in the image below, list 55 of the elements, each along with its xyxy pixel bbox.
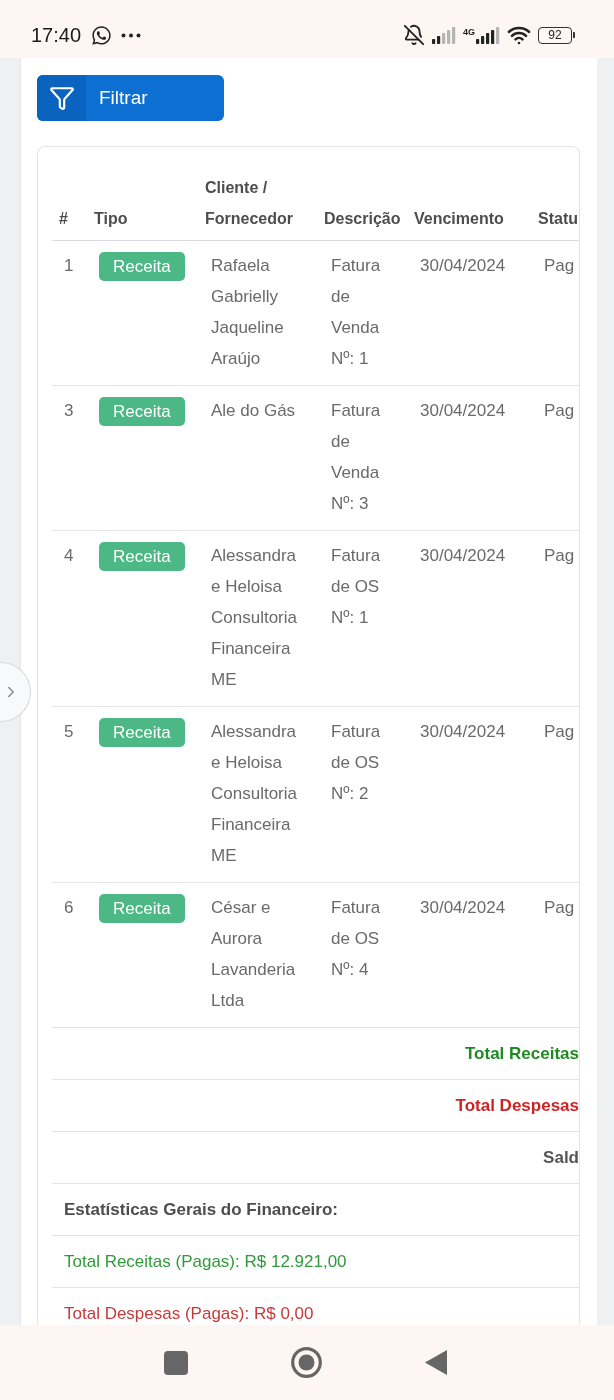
type-badge: Receita xyxy=(99,894,185,923)
recent-apps-icon[interactable] xyxy=(163,1350,188,1375)
statistics-title: Estatísticas Gerais do Financeiro: xyxy=(64,1200,338,1219)
filter-button[interactable]: Filtrar xyxy=(37,75,224,121)
invoice-description: Fatura de Venda Nº: 1 xyxy=(331,256,381,368)
client-name: Alessandra e Heloisa Consultoria Financeira ME xyxy=(211,546,297,689)
client-name: Alessandra e Heloisa Consultoria Financeira ME xyxy=(211,722,297,865)
battery-level: 92 xyxy=(538,26,572,44)
payment-status: Pag xyxy=(544,898,575,917)
invoice-description: Fatura de OS Nº: 2 xyxy=(331,722,381,803)
total-label: Total Despesas xyxy=(455,1096,579,1115)
type-badge: Receita xyxy=(99,718,185,747)
due-date: 30/04/2024 xyxy=(420,256,506,275)
phone-bubble-icon xyxy=(91,24,113,46)
column-header: Statu xyxy=(538,210,578,227)
bell-off-icon xyxy=(403,24,425,46)
row-number: 4 xyxy=(64,546,74,565)
column-header: Cliente / Fornecedor xyxy=(205,179,293,227)
column-header: Tipo xyxy=(94,210,128,227)
type-badge: Receita xyxy=(99,542,185,571)
due-date: 30/04/2024 xyxy=(420,546,506,565)
invoice-description: Fatura de OS Nº: 4 xyxy=(331,898,381,979)
total-label: Total Receitas xyxy=(465,1044,579,1063)
statistic-line: Total Receitas (Pagas): R$ 12.921,00 xyxy=(64,1252,347,1271)
home-icon[interactable] xyxy=(290,1347,322,1378)
filter-icon xyxy=(37,75,86,121)
column-header: Descrição xyxy=(324,210,401,227)
due-date: 30/04/2024 xyxy=(420,722,506,741)
clock-time: 17:40 xyxy=(31,23,82,47)
type-badge: Receita xyxy=(99,252,185,281)
client-name: César e Aurora Lavanderia Ltda xyxy=(211,898,296,1010)
invoice-description: Fatura de Venda Nº: 3 xyxy=(331,401,381,513)
due-date: 30/04/2024 xyxy=(420,898,506,917)
signal-icon xyxy=(476,26,500,44)
type-badge: Receita xyxy=(99,397,185,426)
back-icon[interactable] xyxy=(424,1350,447,1375)
more-icon xyxy=(121,32,142,38)
invoice-description: Fatura de OS Nº: 1 xyxy=(331,546,381,627)
row-number: 3 xyxy=(64,401,74,420)
payment-status: Pag xyxy=(544,546,575,565)
due-date: 30/04/2024 xyxy=(420,401,506,420)
column-header: Vencimento xyxy=(414,210,504,227)
statistic-line: Total Despesas (Pagas): R$ 0,00 xyxy=(64,1304,314,1323)
total-label: Sald xyxy=(543,1148,579,1167)
signal-icon xyxy=(432,26,456,44)
column-header: # xyxy=(59,210,68,227)
payment-status: Pag xyxy=(544,722,575,741)
client-name: Rafaela Gabrielly Jaqueline Araújo xyxy=(211,256,284,368)
payment-status: Pag xyxy=(544,256,575,275)
row-number: 6 xyxy=(64,898,74,917)
network-type: 4G xyxy=(463,26,475,37)
row-number: 5 xyxy=(64,722,74,741)
payment-status: Pag xyxy=(544,401,575,420)
client-name: Ale do Gás xyxy=(211,401,296,420)
row-number: 1 xyxy=(64,256,74,275)
